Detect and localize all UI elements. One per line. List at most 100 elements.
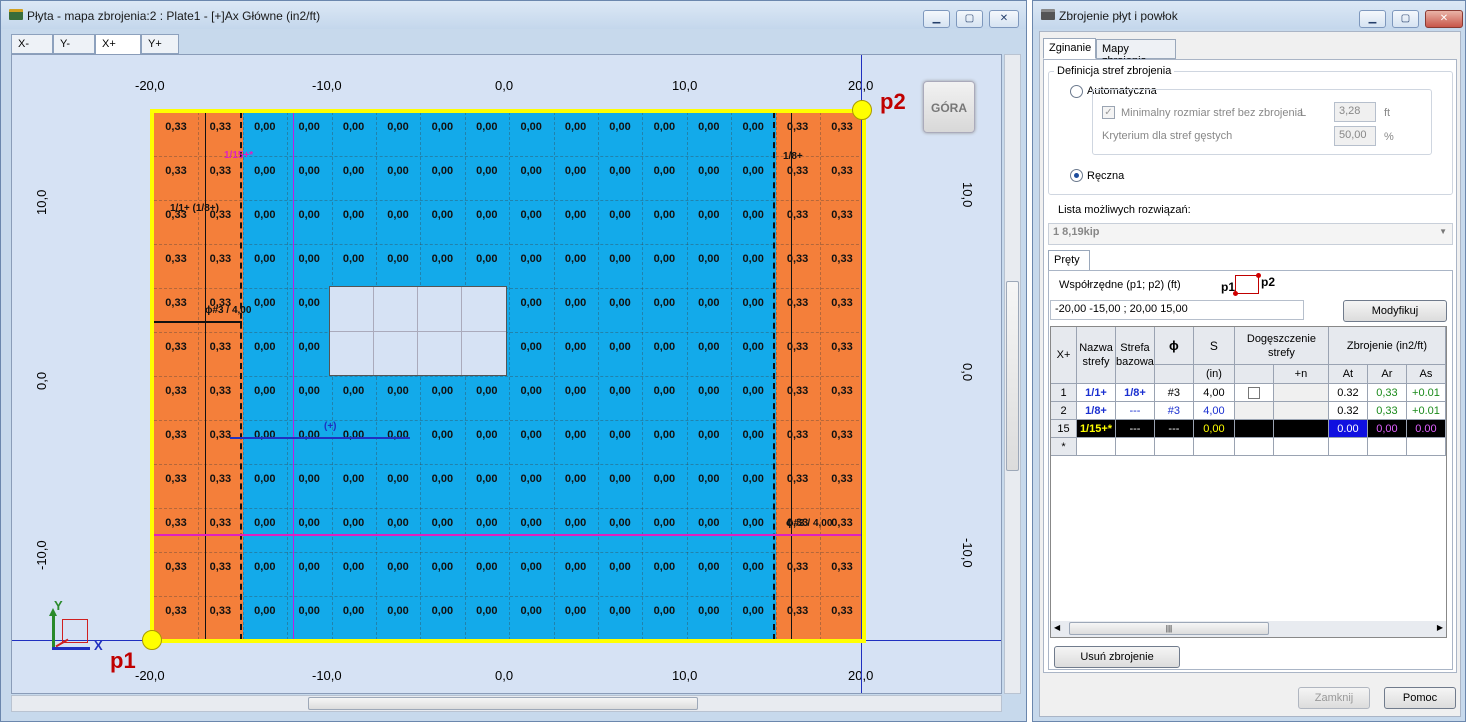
rebar-label-right: ϕ#3 / 4,00	[786, 518, 833, 529]
chevron-left-icon[interactable]: ◀	[1054, 623, 1060, 632]
table-row-selected[interactable]: 15 1/15+* --- --- 0,00 0.00 0,00 0.00	[1051, 419, 1446, 438]
horizontal-scrollbar[interactable]	[11, 695, 1002, 712]
x-axis-label-bottom-1: -20,0	[135, 668, 165, 683]
bars-table[interactable]: X+ Nazwa strefy Strefa bazowa ϕ S Dogęsz…	[1051, 327, 1446, 456]
table-row[interactable]: 2 1/8+ --- #3 4,00 0.32 0,33 +0.01	[1051, 401, 1446, 420]
x-axis-label-bottom-2: -10,0	[312, 668, 342, 683]
cell-dens-check[interactable]	[1233, 419, 1274, 438]
row-new-marker[interactable]: *	[1051, 437, 1077, 456]
dialog-icon	[1041, 9, 1055, 20]
col-densification[interactable]: Dogęszczenie strefy	[1233, 327, 1329, 365]
dialog-minimize-button[interactable]: ▁	[1359, 10, 1386, 28]
tab-panel: Definicja stref zbrojenia Automatyczna ✓…	[1043, 59, 1457, 673]
dialog-titlebar[interactable]: Zbrojenie płyt i powłok ▁ ▢ ✕	[1033, 1, 1465, 29]
view-tab-y-minus[interactable]: Y-	[53, 34, 95, 54]
radio-manual[interactable]	[1070, 169, 1083, 182]
cell-dens-n[interactable]	[1272, 401, 1329, 420]
solutions-dropdown[interactable]: 1 8,19kip ▼	[1048, 223, 1453, 245]
tab-prety[interactable]: Pręty	[1048, 250, 1090, 271]
close-dialog-button[interactable]: Zamknij	[1298, 687, 1370, 709]
row-id[interactable]: 2	[1051, 401, 1077, 420]
map-window: Płyta - mapa zbrojenia:2 : Plate1 - [+]A…	[0, 0, 1027, 722]
vertical-scrollbar[interactable]	[1004, 54, 1021, 694]
cell-phi[interactable]: ---	[1153, 419, 1194, 438]
row-id[interactable]: 1	[1051, 383, 1077, 402]
cell-s[interactable]: 4,00	[1192, 383, 1235, 402]
maximize-button[interactable]: ▢	[956, 10, 983, 28]
cell-dens-n[interactable]	[1272, 383, 1329, 402]
col-zone-name[interactable]: Nazwa strefy	[1076, 327, 1116, 384]
cell-name[interactable]: 1/1+	[1076, 383, 1116, 402]
table-scroll-thumb[interactable]: |||	[1069, 622, 1269, 635]
load-label: (+)	[324, 421, 337, 432]
cell-as: +0.01	[1405, 401, 1446, 420]
cell-dens-n[interactable]	[1272, 419, 1329, 438]
table-row-new[interactable]: *	[1051, 437, 1446, 456]
col-reinforcement[interactable]: Zbrojenie (in2/ft)	[1327, 327, 1446, 365]
help-button[interactable]: Pomoc	[1384, 687, 1456, 709]
x-axis-label-top-2: -10,0	[312, 78, 342, 93]
dialog-close-button[interactable]: ✕	[1425, 10, 1463, 28]
x-axis-label-top-4: 10,0	[672, 78, 698, 93]
cell-phi[interactable]: #3	[1153, 383, 1194, 402]
vertical-scroll-thumb[interactable]	[1006, 281, 1019, 471]
coordinate-axes-icon: Y X	[48, 598, 108, 660]
tab-zginanie[interactable]: Zginanie	[1043, 38, 1096, 59]
cell-ar: 0,33	[1366, 401, 1407, 420]
cell-name[interactable]: 1/15+*	[1076, 419, 1116, 438]
zone-label-1-1: 1/1+ (1/8+)	[170, 203, 219, 214]
col-dens-n: +n	[1272, 364, 1329, 384]
col-base-zone[interactable]: Strefa bazowa	[1115, 327, 1155, 384]
view-top-button[interactable]: GÓRA	[923, 81, 975, 133]
radio-automatic[interactable]	[1070, 85, 1083, 98]
min-size-input[interactable]: 3,28	[1334, 102, 1376, 122]
cell-s[interactable]: 0,00	[1192, 419, 1235, 438]
cell-dens-check[interactable]	[1233, 383, 1274, 402]
row-id[interactable]: 15	[1051, 419, 1077, 438]
coords-rect-icon	[1233, 273, 1261, 296]
point-p1-handle[interactable]	[142, 630, 162, 650]
coords-input[interactable]: -20,00 -15,00 ; 20,00 15,00	[1050, 300, 1304, 320]
map-window-title: Płyta - mapa zbrojenia:2 : Plate1 - [+]A…	[27, 9, 321, 23]
table-horizontal-scrollbar[interactable]: ◀ ||| ▶	[1051, 621, 1446, 637]
col-at: At	[1327, 364, 1368, 384]
y-axis-label-right-1: 10,0	[960, 182, 975, 208]
col-spacing-unit: (in)	[1192, 364, 1235, 384]
map-window-titlebar[interactable]: Płyta - mapa zbrojenia:2 : Plate1 - [+]A…	[1, 1, 1026, 29]
view-tab-y-plus[interactable]: Y+	[141, 34, 179, 54]
cell-base[interactable]: 1/8+	[1115, 383, 1155, 402]
view-tab-x-plus[interactable]: X+	[95, 34, 141, 55]
modify-button[interactable]: Modyfikuj	[1343, 300, 1447, 322]
table-row[interactable]: 1 1/1+ 1/8+ #3 4,00 0.32 0,33 +0.01	[1051, 383, 1446, 402]
tab-mapy-zbrojenia[interactable]: Mapy zbrojenia	[1096, 39, 1176, 67]
cell-phi[interactable]: #3	[1153, 401, 1194, 420]
dialog-title: Zbrojenie płyt i powłok	[1059, 9, 1178, 23]
horizontal-scroll-thumb[interactable]	[308, 697, 698, 710]
cell-base[interactable]: ---	[1115, 401, 1155, 420]
cell-at: 0.32	[1327, 383, 1368, 402]
plate-contour[interactable]	[150, 109, 866, 643]
close-button[interactable]: ✕	[989, 10, 1019, 28]
checkbox-min-size[interactable]: ✓	[1102, 106, 1115, 119]
point-p2-handle[interactable]	[852, 100, 872, 120]
cell-dens-check[interactable]	[1233, 401, 1274, 420]
cell-ar: 0,00	[1366, 419, 1407, 438]
cell-s[interactable]: 4,00	[1192, 401, 1235, 420]
reinforcement-dialog: Zbrojenie płyt i powłok ▁ ▢ ✕ Zginanie M…	[1032, 0, 1466, 722]
cell-name[interactable]: 1/8+	[1076, 401, 1116, 420]
col-spacing[interactable]: S	[1192, 327, 1235, 365]
cell-base[interactable]: ---	[1115, 419, 1155, 438]
criterion-unit: %	[1384, 131, 1394, 143]
cell-as: 0.00	[1405, 419, 1446, 438]
chevron-right-icon[interactable]: ▶	[1437, 623, 1443, 632]
col-diameter[interactable]: ϕ	[1153, 327, 1194, 365]
point-p2-label: p2	[880, 89, 906, 114]
col-as: As	[1405, 364, 1446, 384]
coords-p2-label: p2	[1261, 275, 1276, 289]
criterion-input[interactable]: 50,00	[1334, 126, 1376, 146]
view-tab-x-minus[interactable]: X-	[11, 34, 53, 54]
dialog-maximize-button[interactable]: ▢	[1392, 10, 1419, 28]
reinforcement-map-canvas[interactable]: 0,33 0,33 0,00 0,00 0,00 0,00 0,00 0,00 0,00 0,00…	[11, 54, 1002, 694]
delete-reinforcement-button[interactable]: Usuń zbrojenie	[1054, 646, 1180, 668]
minimize-button[interactable]: ▁	[923, 10, 950, 28]
